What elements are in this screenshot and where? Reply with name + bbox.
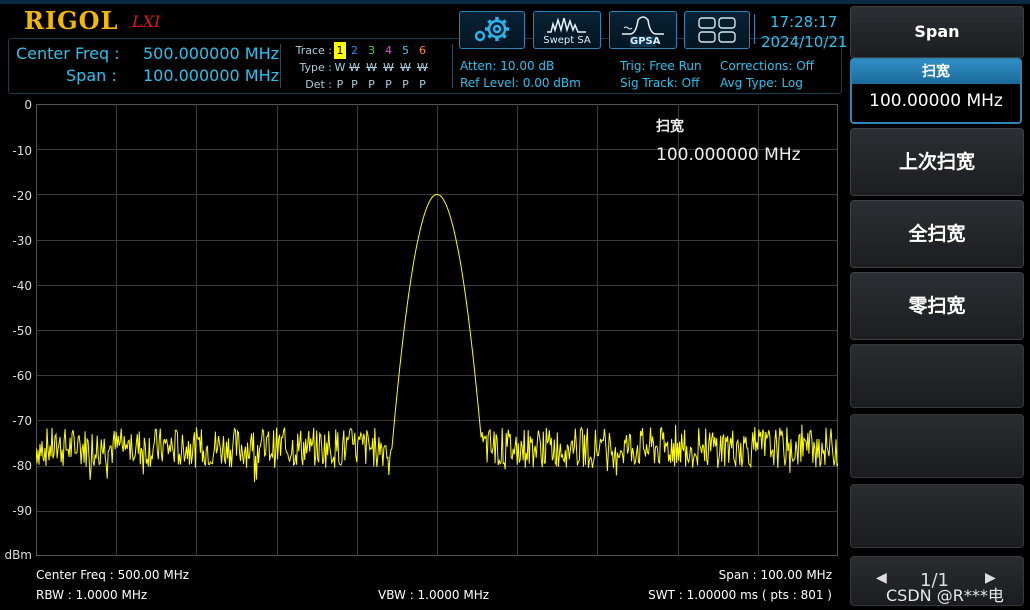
footer-span: Span : 100.00 MHz — [718, 568, 832, 582]
trace-3[interactable]: 3 — [363, 42, 380, 59]
gpsa-label: GPSA — [630, 36, 661, 47]
trace-label: Trace : — [295, 44, 332, 57]
trace-det-3: P — [368, 78, 375, 91]
avg-type-status[interactable]: Avg Type: Log — [720, 76, 803, 90]
y-unit-label: dBm — [4, 548, 32, 562]
clock-divider — [754, 14, 755, 44]
swept-sa-label: Swept SA — [543, 35, 591, 46]
trace-6[interactable]: 6 — [414, 42, 431, 59]
gpsa-mode-button[interactable]: GPSA — [609, 11, 677, 49]
trace-1[interactable]: 1 — [334, 42, 346, 59]
footer-center-freq: Center Freq : 500.00 MHz — [36, 568, 190, 582]
trace-type-2: W — [349, 61, 360, 74]
system-settings-button[interactable] — [459, 11, 525, 49]
center-freq-value[interactable]: 500.000000 MHz — [143, 44, 279, 63]
trace-type-3: W — [366, 61, 377, 74]
footer-swt: SWT : 1.00000 ms ( pts : 801 ) — [648, 588, 832, 602]
y-tick-8: -80 — [12, 459, 32, 473]
empty-softkey-5 — [850, 344, 1024, 408]
clock-time: 17:28:17 — [770, 13, 838, 31]
ref-level-status[interactable]: Ref Level: 0.00 dBm — [460, 76, 581, 90]
window-layout-button[interactable] — [684, 11, 750, 49]
trig-status[interactable]: Trig: Free Run — [620, 59, 702, 73]
y-tick-6: -60 — [12, 369, 32, 383]
last-span-button[interactable]: 上次扫宽 — [850, 128, 1024, 196]
gear-icon — [474, 17, 509, 42]
det-label: Det : — [305, 78, 332, 91]
type-label: Type : — [299, 61, 332, 74]
y-tick-9: -90 — [12, 504, 32, 518]
zero-span-button[interactable]: 零扫宽 — [850, 272, 1024, 340]
trace-det-2: P — [351, 78, 358, 91]
y-tick-2: -20 — [12, 189, 32, 203]
atten-status[interactable]: Atten: 10.00 dB — [460, 59, 554, 73]
trace-det-5: P — [402, 78, 409, 91]
span-value[interactable]: 100.000000 MHz — [143, 66, 279, 85]
spectrum-plot[interactable] — [36, 104, 838, 556]
trace-det-4: P — [385, 78, 392, 91]
span-annotation-value: 100.000000 MHz — [656, 145, 801, 165]
windows-grid-icon — [698, 17, 736, 43]
full-span-button[interactable]: 全扫宽 — [850, 200, 1024, 268]
span-label: Span : — [66, 66, 117, 85]
plot-grid — [36, 104, 838, 556]
corrections-status[interactable]: Corrections: Off — [720, 59, 814, 73]
trace-4[interactable]: 4 — [380, 42, 397, 59]
swept-sa-mode-button[interactable]: Swept SA — [533, 11, 601, 49]
empty-softkey-7 — [850, 484, 1024, 548]
trace-det-6: P — [419, 78, 426, 91]
span-softkey-active[interactable]: 扫宽 100.00000 MHz — [850, 58, 1022, 124]
y-tick-0: 0 — [24, 98, 32, 112]
y-tick-3: -30 — [12, 234, 32, 248]
trace-5[interactable]: 5 — [397, 42, 414, 59]
sig-track-status[interactable]: Sig Track: Off — [620, 76, 699, 90]
trace-2[interactable]: 2 — [346, 42, 363, 59]
trace-type-4: W — [383, 61, 394, 74]
span-softkey-header: 扫宽 — [852, 60, 1020, 84]
trace-type-5: W — [400, 61, 411, 74]
center-freq-label: Center Freq : — [16, 44, 120, 63]
trace-det-1: P — [336, 78, 344, 91]
y-tick-7: -70 — [12, 414, 32, 428]
span-annotation-title: 扫宽 — [656, 119, 684, 135]
panel-divider — [280, 44, 281, 88]
menu-title-span: Span — [850, 6, 1024, 58]
watermark: CSDN @R***电 — [886, 586, 1004, 605]
y-tick-5: -50 — [12, 324, 32, 338]
gpsa-icon — [622, 16, 664, 35]
swept-sa-icon — [547, 17, 586, 33]
rigol-logo: RIGOL — [24, 6, 119, 35]
y-tick-4: -40 — [12, 279, 32, 293]
lxi-logo: LXI — [132, 12, 161, 31]
span-softkey-value: 100.00000 MHz — [869, 91, 1003, 111]
panel-divider-2 — [452, 44, 453, 88]
top-edge — [0, 0, 1030, 4]
trace-type-6: W — [417, 61, 428, 74]
clock-date: 2024/10/21 — [761, 33, 848, 51]
y-tick-1: -10 — [12, 144, 32, 158]
trace-type-1: W — [334, 61, 346, 74]
trace-table: Trace : 1 2 3 4 5 6 Type : W W W W W W D… — [286, 42, 431, 93]
footer-rbw: RBW : 1.0000 MHz — [36, 588, 148, 602]
footer-vbw: VBW : 1.0000 MHz — [378, 588, 490, 602]
empty-softkey-6 — [850, 414, 1024, 478]
